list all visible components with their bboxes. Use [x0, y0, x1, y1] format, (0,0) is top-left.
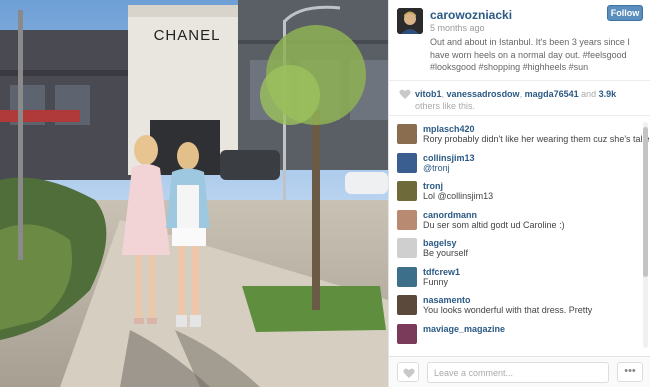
- commenter-avatar[interactable]: [397, 181, 417, 201]
- commenter-username[interactable]: collinsjim13: [423, 147, 650, 163]
- commenter-username[interactable]: maviage_magazine: [423, 318, 650, 334]
- commenter-avatar[interactable]: [397, 209, 417, 230]
- commenter-username[interactable]: nasamento: [423, 289, 650, 305]
- more-options-button[interactable]: •••: [617, 362, 643, 382]
- likes-suffix: others like this.: [415, 101, 476, 111]
- post-details-panel: carowozniacki 5 months ago Follow Out an…: [388, 0, 650, 387]
- chanel-sign: CHANEL: [154, 27, 221, 44]
- author-avatar[interactable]: [397, 8, 423, 34]
- comment-text: @tronj: [423, 162, 450, 173]
- commenter-avatar[interactable]: [397, 152, 417, 173]
- comment-footer: •••: [389, 356, 650, 387]
- commenter-username[interactable]: bagelsy: [423, 232, 650, 248]
- scrollbar-thumb[interactable]: [643, 127, 648, 277]
- instagram-post-view: CHANEL carowozniacki 5 months ago Follow…: [0, 0, 650, 387]
- commenter-avatar[interactable]: [397, 238, 417, 258]
- like-user-3[interactable]: magda76541: [525, 89, 579, 99]
- comment-text: Be yourself: [423, 248, 469, 258]
- like-button[interactable]: [397, 362, 419, 382]
- comments-list[interactable]: mplasch420 Rory probably didn't like her…: [389, 118, 650, 356]
- comment-text: Lol @collinsjim13: [423, 191, 494, 201]
- post-photo[interactable]: CHANEL: [0, 0, 388, 387]
- commenter-avatar[interactable]: [397, 124, 417, 144]
- commenter-avatar[interactable]: [397, 266, 417, 287]
- commenter-avatar[interactable]: [397, 323, 417, 344]
- commenter-username[interactable]: tdfcrew1: [423, 261, 650, 277]
- likes-summary: vitob1, vanessadrosdow, magda76541 and 3…: [389, 80, 650, 116]
- likes-and: and: [578, 89, 599, 99]
- comment-item: mplasch420 Rory probably didn't like her…: [389, 118, 650, 147]
- comments-scrollbar[interactable]: [643, 122, 648, 348]
- commenter-username[interactable]: tronj: [423, 175, 650, 191]
- street-scene-illustration: CHANEL: [0, 0, 388, 387]
- comment-item: collinsjim13 @tronj: [389, 147, 650, 176]
- comment-item: nasamento You looks wonderful with that …: [389, 289, 650, 318]
- comment-item: maviage_magazine: [389, 318, 650, 347]
- post-caption: Out and about in Istanbul. It's been 3 y…: [430, 37, 630, 72]
- heart-outline-icon: [403, 368, 415, 378]
- comment-item: tronj Lol @collinsjim13: [389, 175, 650, 204]
- follow-button[interactable]: Follow: [607, 5, 643, 21]
- like-user-1[interactable]: vitob1: [415, 89, 442, 99]
- comment-item: canordmann Du ser som altid godt ud Caro…: [389, 204, 650, 233]
- heart-icon: [399, 89, 411, 99]
- commenter-username[interactable]: canordmann: [423, 204, 650, 220]
- comment-text: Du ser som altid godt ud Caroline :): [423, 219, 565, 230]
- post-timestamp: 5 months ago: [430, 23, 485, 33]
- author-avatar-image: [397, 8, 423, 34]
- comment-text: Funny: [423, 276, 449, 287]
- comment-item: bagelsy Be yourself: [389, 232, 650, 261]
- author-username[interactable]: carowozniacki: [430, 8, 512, 22]
- comment-text: Rory probably didn't like her wearing th…: [423, 134, 650, 144]
- commenter-username[interactable]: mplasch420: [423, 118, 650, 134]
- comment-item: tdfcrew1 Funny: [389, 261, 650, 290]
- post-header: carowozniacki 5 months ago Follow Out an…: [389, 0, 650, 80]
- comment-text: You looks wonderful with that dress. Pre…: [423, 305, 593, 315]
- like-user-2[interactable]: vanessadrosdow: [447, 89, 520, 99]
- likes-count[interactable]: 3.9k: [599, 89, 617, 99]
- comment-input[interactable]: [427, 362, 609, 383]
- commenter-avatar[interactable]: [397, 295, 417, 315]
